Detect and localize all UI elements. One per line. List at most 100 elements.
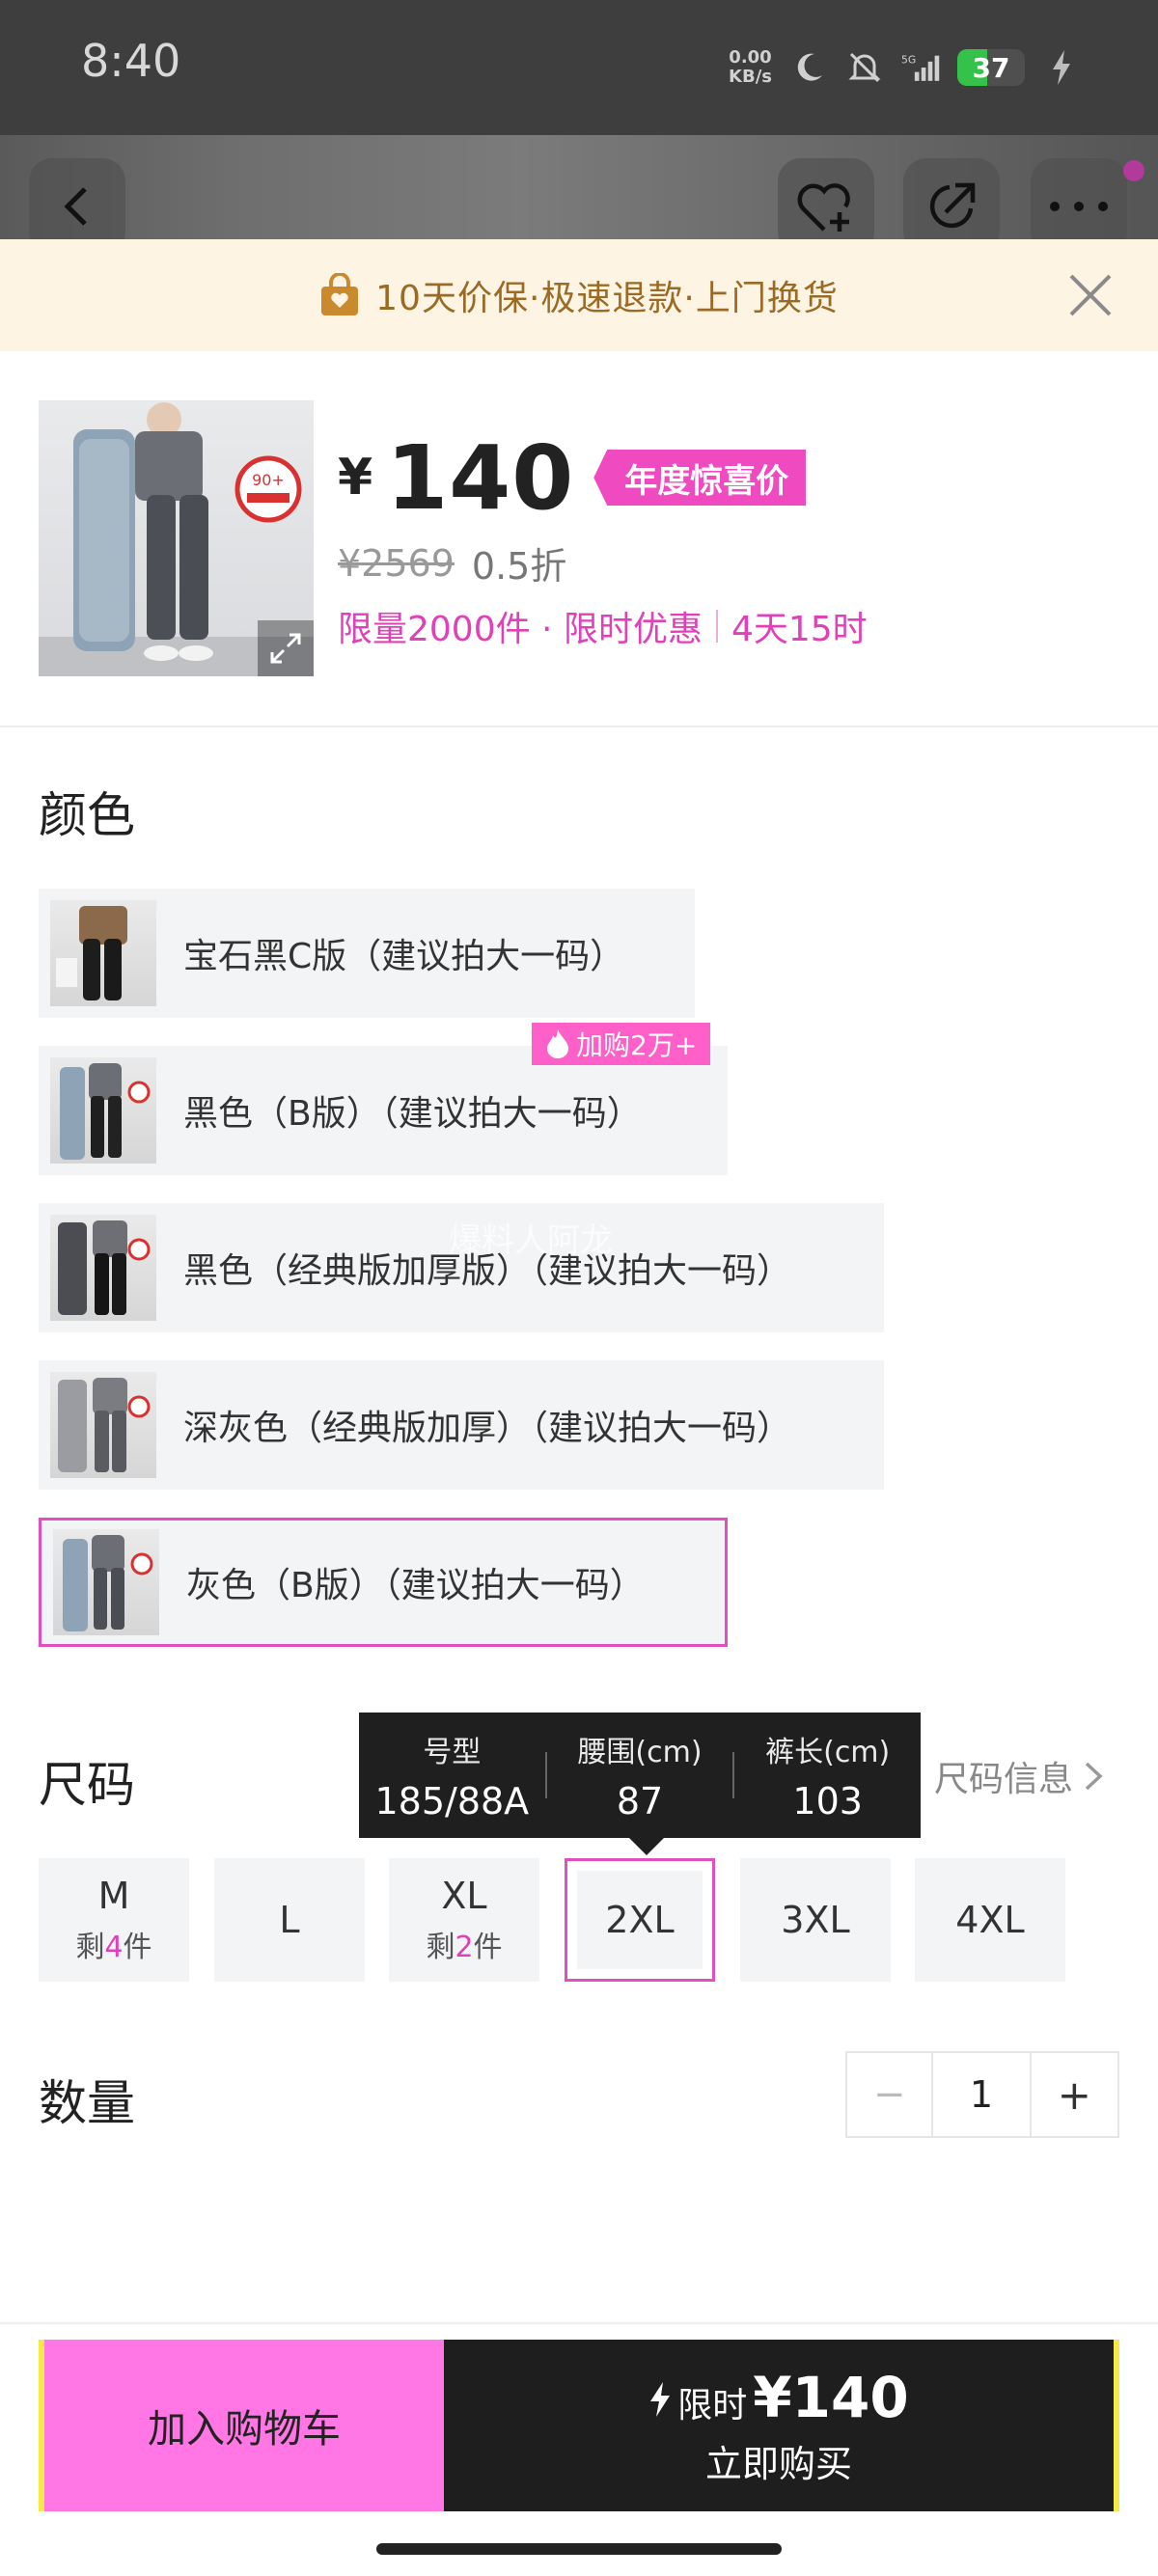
quantity-increase-button[interactable]: + xyxy=(1032,2053,1117,2136)
watermark: 爆料人阿龙 xyxy=(449,1221,613,1260)
net-speed-value: 0.00 xyxy=(729,47,772,68)
color-option-selected[interactable]: 灰色（B版）（建议拍大一码） xyxy=(39,1518,728,1647)
size-tooltip-header: 裤长(cm) xyxy=(765,1736,891,1769)
size-option-selected[interactable]: 2XL xyxy=(565,1858,715,1982)
share-button[interactable] xyxy=(903,158,1000,239)
buy-now-button[interactable]: 限时 ¥140 立即购买 xyxy=(444,2340,1114,2511)
original-price: ¥2569 xyxy=(338,541,455,585)
price-area: ¥ 140 年度惊喜价 ¥2569 0.5折 限量2000件 · 限时优惠 4天… xyxy=(338,425,1129,651)
home-indicator[interactable] xyxy=(376,2543,782,2555)
color-option-label: 黑色（B版）（建议拍大一码） xyxy=(183,1094,642,1134)
more-button[interactable] xyxy=(1031,158,1127,239)
color-swatch xyxy=(50,1215,156,1321)
guarantee-banner: 10天价保·极速退款·上门换货 xyxy=(0,239,1158,351)
thumb-badge-text: 90+ xyxy=(252,471,285,489)
share-icon xyxy=(929,182,976,229)
color-swatch xyxy=(50,1372,156,1478)
buy-now-price-row: 限时 ¥140 xyxy=(648,2364,909,2430)
moon-icon xyxy=(789,48,828,87)
status-icons: 0.00 KB/s 5G 37 xyxy=(729,41,1081,95)
size-tooltip-header: 腰围(cm) xyxy=(577,1736,703,1769)
battery-indicator: 37 xyxy=(957,49,1025,86)
more-dots-icon xyxy=(1050,202,1108,211)
size-tooltip-value: 185/88A xyxy=(374,1780,530,1822)
color-option-label: 灰色（B版）（建议拍大一码） xyxy=(186,1566,645,1605)
chevron-right-icon xyxy=(1085,1762,1103,1791)
bottom-divider xyxy=(0,2322,1158,2324)
size-option[interactable]: L xyxy=(214,1858,365,1982)
color-option[interactable]: 深灰色（经典版加厚）（建议拍大一码） xyxy=(39,1360,884,1490)
back-button[interactable] xyxy=(29,158,125,239)
quantity-stepper: − 1 + xyxy=(845,2051,1119,2138)
current-price: 140 xyxy=(386,425,575,530)
fire-icon xyxy=(547,1029,568,1058)
size-stock: 剩4件 xyxy=(75,1931,152,1964)
color-option[interactable]: 黑色（B版）（建议拍大一码） xyxy=(39,1046,728,1175)
size-tooltip-col: 号型 185/88A xyxy=(359,1728,545,1822)
add-to-cart-button[interactable]: 加入购物车 xyxy=(44,2340,444,2511)
hot-badge-text: 加购2万+ xyxy=(576,1029,698,1061)
size-label: 3XL xyxy=(781,1899,850,1941)
promo-limit: 限量2000件 · 限时优惠 xyxy=(338,610,703,649)
top-overlay: 8:40 0.00 KB/s 5G 37 xyxy=(0,0,1158,239)
size-label: L xyxy=(279,1899,300,1941)
color-option-label: 深灰色（经典版加厚）（建议拍大一码） xyxy=(183,1409,792,1448)
banner-close-button[interactable] xyxy=(1063,268,1117,322)
color-option-label: 宝石黑C版（建议拍大一码） xyxy=(183,937,625,976)
status-time: 8:40 xyxy=(81,35,181,87)
promo-divider xyxy=(715,610,718,643)
hot-badge: 加购2万+ xyxy=(532,1023,711,1065)
favorite-button[interactable] xyxy=(778,158,874,239)
chevron-left-icon xyxy=(64,187,87,226)
original-price-row: ¥2569 0.5折 xyxy=(338,536,1129,589)
bottom-action-bar: 加入购物车 限时 ¥140 立即购买 xyxy=(39,2340,1119,2511)
size-option[interactable]: 3XL xyxy=(740,1858,891,1982)
color-swatch xyxy=(50,1057,156,1164)
color-swatch xyxy=(50,900,156,1006)
size-tooltip-pointer xyxy=(629,1838,664,1855)
annual-price-tag: 年度惊喜价 xyxy=(593,450,807,506)
discount-label: 0.5折 xyxy=(471,545,567,588)
promo-countdown: 4天15时 xyxy=(731,610,868,649)
network-label: 5G xyxy=(901,53,916,66)
size-tooltip-header: 号型 xyxy=(423,1736,482,1769)
heart-plus-icon xyxy=(797,183,850,232)
currency-symbol: ¥ xyxy=(338,449,373,507)
notification-dot xyxy=(1123,160,1144,181)
battery-level: 37 xyxy=(972,51,1010,84)
stock-count: 4 xyxy=(104,1931,124,1964)
size-stock: 剩2件 xyxy=(426,1931,503,1964)
buy-now-label: 立即购买 xyxy=(704,2442,852,2485)
size-label: M xyxy=(97,1875,130,1917)
lightning-icon xyxy=(650,2381,671,2417)
buy-now-price: ¥140 xyxy=(753,2364,909,2430)
color-option[interactable]: 宝石黑C版（建议拍大一码） xyxy=(39,889,695,1018)
quantity-section-title: 数量 xyxy=(39,2075,135,2131)
size-option[interactable]: M 剩4件 xyxy=(39,1858,189,1982)
size-tooltip-value: 103 xyxy=(792,1780,863,1822)
mute-bell-icon xyxy=(845,48,884,87)
status-bar: 8:40 0.00 KB/s 5G 37 xyxy=(0,0,1158,135)
quantity-value[interactable]: 1 xyxy=(933,2053,1032,2136)
stock-count: 2 xyxy=(455,1931,474,1964)
size-info-label: 尺码信息 xyxy=(934,1760,1074,1799)
guarantee-text: 10天价保·极速退款·上门换货 xyxy=(375,279,839,318)
add-to-cart-label: 加入购物车 xyxy=(148,2407,341,2452)
net-speed: 0.00 KB/s xyxy=(729,48,772,87)
product-thumbnail[interactable]: 90+ xyxy=(39,400,314,676)
size-tooltip-col: 裤长(cm) 103 xyxy=(734,1728,921,1822)
size-tooltip-value: 87 xyxy=(616,1780,664,1822)
expand-icon[interactable] xyxy=(258,620,314,676)
size-option[interactable]: XL 剩2件 xyxy=(389,1858,539,1982)
price-row: ¥ 140 年度惊喜价 xyxy=(338,425,1129,531)
charging-icon xyxy=(1042,48,1081,87)
size-info-link[interactable]: 尺码信息 xyxy=(934,1751,1104,1801)
close-icon xyxy=(1069,274,1112,316)
section-divider xyxy=(0,726,1158,727)
size-option[interactable]: 4XL xyxy=(915,1858,1065,1982)
size-label: 2XL xyxy=(605,1899,675,1941)
size-tooltip-col: 腰围(cm) 87 xyxy=(547,1728,733,1822)
shopping-bag-icon xyxy=(321,273,359,315)
quantity-decrease-button[interactable]: − xyxy=(847,2053,934,2136)
size-label: 4XL xyxy=(955,1899,1025,1941)
